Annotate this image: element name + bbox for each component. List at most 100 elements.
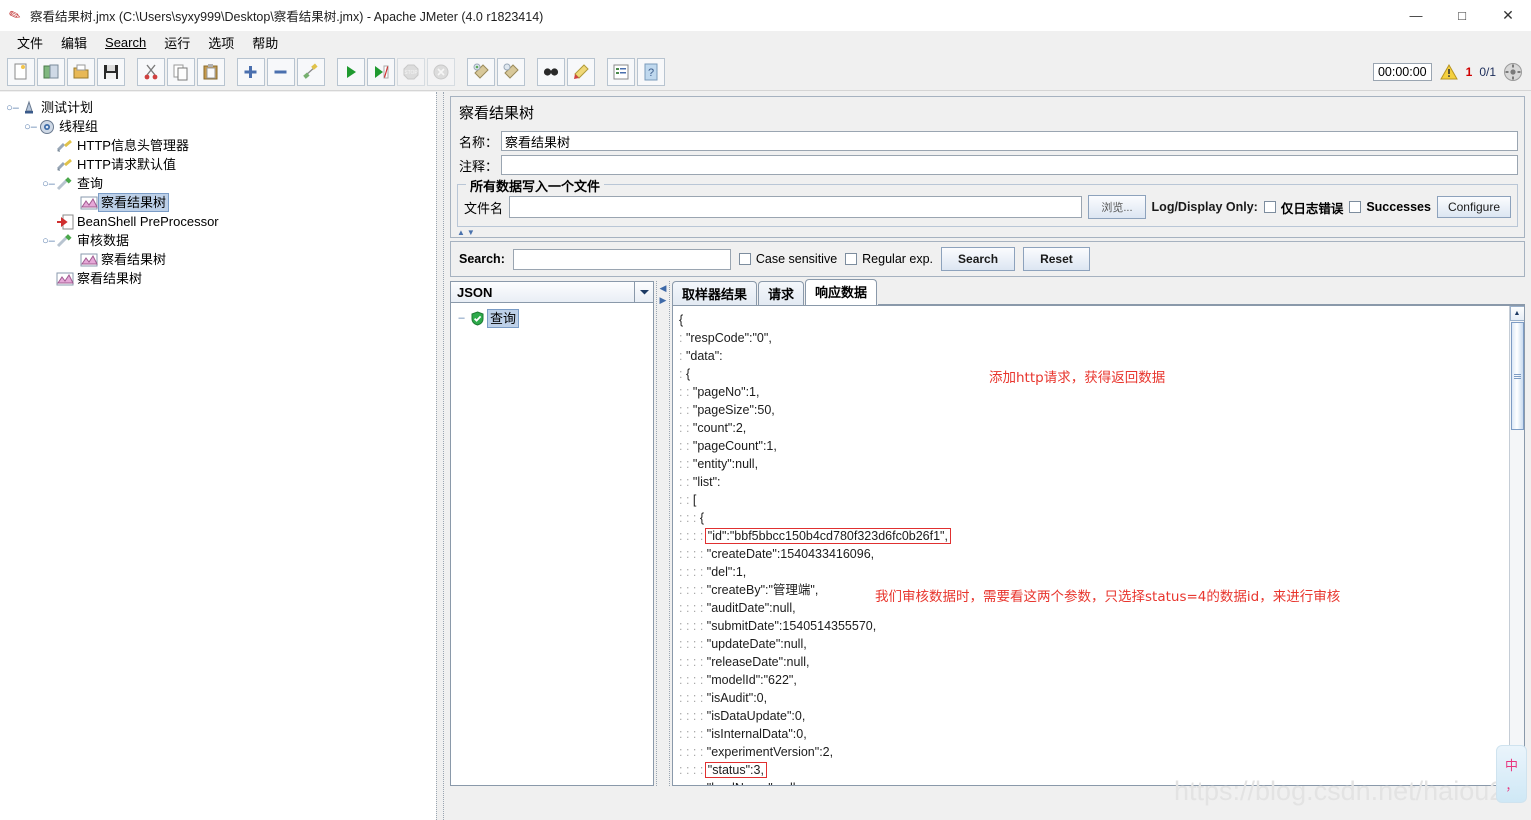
save-button[interactable]: [97, 57, 125, 86]
expand-knob-icon[interactable]: ○–: [42, 178, 55, 190]
collapse-right-icon[interactable]: ▶: [660, 296, 667, 305]
json-line: : : "count":2,: [679, 419, 1509, 437]
json-text: "experimentVersion":2,: [706, 745, 834, 759]
search-input[interactable]: [512, 248, 731, 270]
tree-label: 察看结果树: [101, 252, 167, 267]
json-indent-guide: : : : :: [679, 637, 707, 651]
renderer-combo[interactable]: JSON: [450, 281, 654, 303]
successes-checkbox[interactable]: Successes: [1349, 200, 1431, 214]
warning-icon[interactable]: [1439, 63, 1459, 81]
svg-text:?: ?: [648, 67, 654, 79]
maximize-button[interactable]: □: [1439, 0, 1485, 31]
ime-punctuation-icon[interactable]: ，: [1505, 777, 1517, 794]
copy-button[interactable]: [167, 57, 195, 86]
name-input[interactable]: [501, 131, 1518, 151]
menu-help[interactable]: 帮助: [243, 31, 287, 54]
chevron-down-icon[interactable]: [634, 282, 653, 302]
name-label: 名称：: [459, 134, 499, 150]
start-button[interactable]: [337, 57, 365, 86]
configure-button[interactable]: Configure: [1436, 196, 1511, 218]
chevron-up-icon[interactable]: ▲: [457, 228, 465, 237]
json-line: : : : : "submitDate":1540514355570,: [679, 617, 1509, 635]
errors-only-checkbox[interactable]: 仅日志错误: [1263, 198, 1343, 217]
toggle-button[interactable]: [297, 57, 325, 86]
tree-item-beanshell-preprocessor[interactable]: BeanShell PreProcessor: [6, 212, 436, 231]
warning-count: 1: [1465, 65, 1473, 79]
paste-button[interactable]: [197, 57, 225, 86]
response-vertical-scrollbar[interactable]: ▲: [1509, 306, 1524, 785]
json-text: "updateDate":null,: [706, 637, 807, 651]
main-split-divider[interactable]: [436, 92, 444, 820]
test-plan-tree-pane[interactable]: ○– 测试计划 ○– 线程组 HTTP信息头管理器 HTTP请求默认值 ○– 查…: [0, 92, 436, 820]
new-button[interactable]: [7, 57, 35, 86]
collapse-left-icon[interactable]: ◀: [660, 284, 667, 293]
tree-item-http-header-manager[interactable]: HTTP信息头管理器: [6, 136, 436, 155]
browse-button[interactable]: 浏览...: [1088, 195, 1146, 219]
results-split-divider[interactable]: ◀ ▶: [656, 281, 670, 786]
tree-item-view-results-tree-3[interactable]: 察看结果树: [6, 269, 436, 288]
sample-result-tree[interactable]: – 查询: [450, 303, 654, 786]
start-no-pauses-button[interactable]: [367, 57, 395, 86]
tree-item-query-sampler[interactable]: ○– 查询: [6, 174, 436, 193]
json-text: {: [679, 313, 684, 327]
scroll-up-button[interactable]: ▲: [1509, 306, 1524, 321]
case-sensitive-label: Case sensitive: [755, 252, 838, 266]
checkbox-box[interactable]: [738, 253, 751, 265]
reset-search-button[interactable]: [567, 57, 595, 86]
view-results-tree-panel: 察看结果树 名称： 注释： 所有数据写入一个文件 文件名 浏览... Log/D…: [450, 96, 1525, 238]
checkbox-box[interactable]: [845, 253, 858, 265]
expand-knob-icon[interactable]: ○–: [42, 235, 55, 247]
window-title: 察看结果树.jmx (C:\Users\syxy999\Desktop\察看结果…: [30, 10, 544, 24]
json-line: : : "pageCount":1,: [679, 437, 1509, 455]
help-button[interactable]: ?: [637, 57, 665, 86]
chevron-down-icon[interactable]: ▼: [467, 228, 475, 237]
ime-floating-bar[interactable]: 中 ，: [1496, 745, 1527, 803]
json-line: : : : : "id":"bbf5bbcc150b4cd780f323d6fc…: [679, 527, 1509, 545]
menu-options[interactable]: 选项: [199, 31, 243, 54]
close-button[interactable]: ✕: [1485, 0, 1531, 31]
tree-item-audit-data-sampler[interactable]: ○– 审核数据: [6, 231, 436, 250]
tab-response-data[interactable]: 响应数据: [805, 279, 878, 305]
menu-file[interactable]: 文件: [8, 31, 52, 54]
clear-all-button[interactable]: [497, 57, 525, 86]
filename-input[interactable]: [509, 196, 1083, 218]
scrollbar-thumb[interactable]: [1510, 322, 1524, 430]
tree-item-http-request-defaults[interactable]: HTTP请求默认值: [6, 155, 436, 174]
templates-button[interactable]: [37, 57, 65, 86]
json-line: {: [679, 311, 1509, 329]
search-tree-button[interactable]: [537, 57, 565, 86]
scrollbar-grip: [1513, 373, 1521, 379]
expand-knob-icon[interactable]: ○–: [24, 121, 37, 133]
checkbox-box[interactable]: [1349, 201, 1362, 213]
minimize-button[interactable]: —: [1393, 0, 1439, 31]
ime-mode-icon[interactable]: 中: [1505, 755, 1518, 774]
json-text: "del":1,: [706, 565, 747, 579]
results-left-column: JSON – 查询: [450, 281, 654, 786]
menu-edit[interactable]: 编辑: [52, 31, 96, 54]
menu-run[interactable]: 运行: [155, 31, 199, 54]
tree-item-test-plan[interactable]: ○– 测试计划: [6, 98, 436, 117]
result-item-query[interactable]: – 查询: [455, 308, 649, 328]
tree-item-thread-group[interactable]: ○– 线程组: [6, 117, 436, 136]
comment-input[interactable]: [501, 155, 1518, 175]
cut-button[interactable]: [137, 57, 165, 86]
case-sensitive-checkbox[interactable]: Case sensitive: [738, 252, 838, 266]
function-helper-button[interactable]: [607, 57, 635, 86]
expand-knob-icon[interactable]: ○–: [6, 102, 19, 114]
search-button[interactable]: Search: [941, 247, 1016, 271]
tab-sampler-result[interactable]: 取样器结果: [672, 281, 758, 306]
reset-button[interactable]: Reset: [1023, 247, 1090, 271]
collapse-all-button[interactable]: [267, 57, 295, 86]
expand-all-button[interactable]: [237, 57, 265, 86]
regular-exp-checkbox[interactable]: Regular exp.: [845, 252, 933, 266]
tree-item-view-results-tree-1[interactable]: 察看结果树: [6, 193, 436, 212]
tab-request[interactable]: 请求: [758, 281, 805, 306]
clear-button[interactable]: [467, 57, 495, 86]
tree-item-view-results-tree-2[interactable]: 察看结果树: [6, 250, 436, 269]
open-button[interactable]: [67, 57, 95, 86]
tab-strip-filler: [878, 281, 1525, 305]
menu-search[interactable]: Search: [96, 33, 155, 52]
checkbox-box[interactable]: [1263, 201, 1276, 213]
panel-collapse-arrows[interactable]: ▲ ▼: [451, 227, 1524, 237]
json-text: "respCode":"0",: [685, 331, 772, 345]
